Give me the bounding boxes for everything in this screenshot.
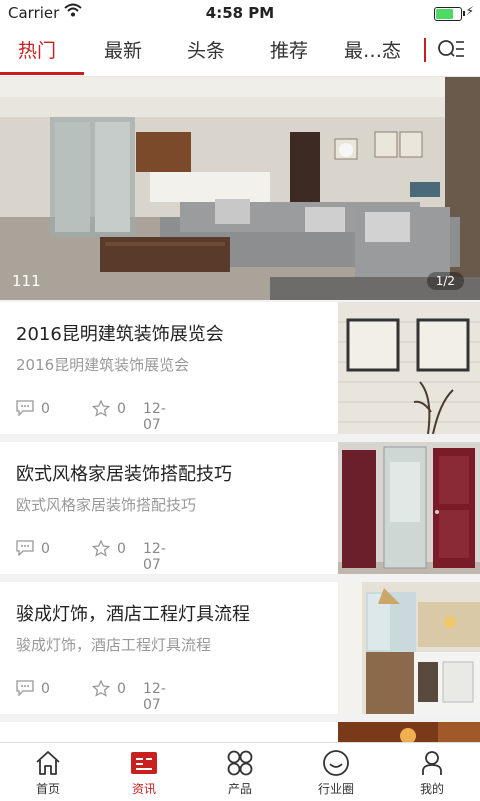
news-date: 12-07	[143, 401, 166, 433]
news-thumbnail	[338, 582, 480, 714]
banner-pager: 1/2	[426, 272, 464, 290]
news-summary: 欧式风格家居装饰搭配技巧	[16, 496, 197, 514]
tab-recommended[interactable]: 推荐	[270, 36, 308, 63]
banner-carousel[interactable]: 111 1/2	[0, 77, 480, 300]
star-count: 0	[117, 681, 126, 697]
news-summary: 2016昆明建筑装饰展览会	[16, 356, 190, 374]
comment-count: 0	[41, 401, 50, 417]
news-item[interactable]: 2016昆明建筑装饰展览会 2016昆明建筑装饰展览会 0 0 12-07	[0, 302, 480, 434]
clock: 4:58 PM	[205, 4, 275, 22]
banner-image-living-room	[0, 77, 480, 300]
tab-news-label: 资讯	[131, 782, 156, 796]
news-thumbnail	[338, 302, 480, 434]
news-title: 欧式风格家居装饰搭配技巧	[16, 464, 232, 485]
star-icon[interactable]	[91, 399, 111, 421]
tab-products-label: 产品	[227, 782, 252, 796]
news-title: 2016昆明建筑装饰展览会	[16, 324, 224, 345]
star-count: 0	[117, 541, 126, 557]
comment-icon	[16, 540, 34, 560]
star-count: 0	[117, 401, 126, 417]
news-date: 12-07	[143, 541, 166, 573]
star-icon[interactable]	[91, 539, 111, 561]
tab-latest[interactable]: 最新	[104, 36, 142, 63]
tab-profile[interactable]: 我的	[384, 743, 480, 801]
news-date: 12-07	[143, 681, 166, 713]
home-icon	[36, 751, 60, 775]
tab-divider	[424, 38, 426, 62]
news-item[interactable]: 欧式风格家居装饰搭配技巧 欧式风格家居装饰搭配技巧 0 0 12-07	[0, 442, 480, 574]
battery-icon	[434, 7, 465, 21]
search-menu-icon[interactable]	[437, 38, 465, 66]
tab-news[interactable]: 资讯	[96, 743, 192, 801]
comment-count: 0	[41, 541, 50, 557]
comment-icon	[16, 400, 34, 420]
grid-icon	[227, 750, 253, 776]
user-icon	[422, 751, 442, 775]
tab-hot[interactable]: 热门	[18, 36, 56, 63]
charging-icon: ⚡	[465, 4, 474, 18]
tab-profile-label: 我的	[419, 782, 444, 796]
comment-icon	[16, 680, 34, 700]
news-icon	[131, 752, 157, 774]
smile-icon	[323, 750, 349, 776]
news-thumbnail	[338, 722, 480, 742]
news-item[interactable]	[0, 722, 480, 742]
news-thumbnail	[338, 442, 480, 574]
tab-industry[interactable]: 行业圈	[288, 743, 384, 801]
news-item[interactable]: 骏成灯饰，酒店工程灯具流程 骏成灯饰，酒店工程灯具流程 0 0 12-07	[0, 582, 480, 714]
bottom-tab-bar: 首页 资讯 产品 行业圈 我的	[0, 742, 480, 801]
news-summary: 骏成灯饰，酒店工程灯具流程	[16, 636, 212, 654]
status-bar: Carrier 4:58 PM ⚡	[0, 0, 480, 26]
tab-headlines[interactable]: 头条	[187, 36, 225, 63]
tab-home[interactable]: 首页	[0, 743, 96, 801]
tab-products[interactable]: 产品	[192, 743, 288, 801]
star-icon[interactable]	[91, 679, 111, 701]
news-title: 骏成灯饰，酒店工程灯具流程	[16, 604, 250, 625]
tab-latest-news[interactable]: 最…态	[344, 36, 401, 63]
tab-home-label: 首页	[35, 782, 60, 796]
active-tab-indicator	[0, 72, 84, 75]
comment-count: 0	[41, 681, 50, 697]
category-tabs: 热门 最新 头条 推荐 最…态	[0, 26, 480, 77]
tab-industry-label: 行业圈	[317, 782, 354, 796]
banner-caption: 111	[12, 272, 41, 290]
